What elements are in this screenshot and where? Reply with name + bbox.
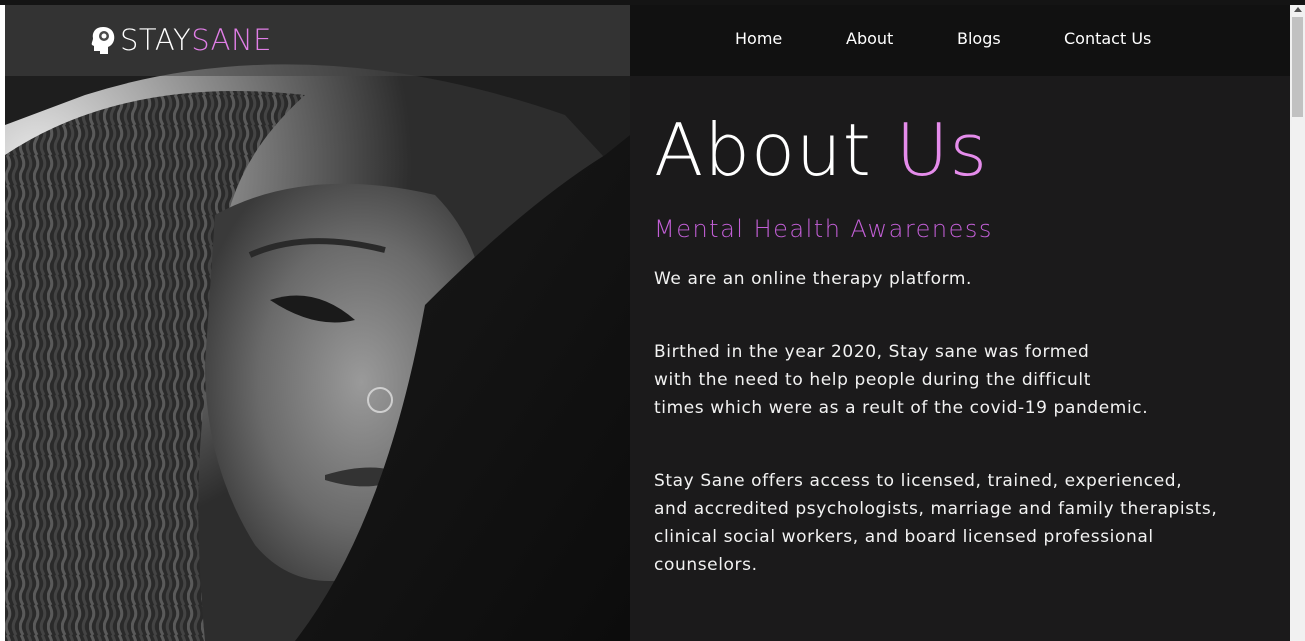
page-viewport: STAYSANE Home About Blogs Contact Us Abo…	[5, 5, 1290, 641]
portrait-photo	[5, 5, 630, 641]
vertical-scrollbar[interactable]	[1290, 5, 1305, 641]
brand-name-part1: STAY	[120, 23, 192, 57]
brand-name-part2: SANE	[191, 23, 272, 57]
services-line: and accredited psychologists, marriage a…	[654, 499, 1218, 519]
brand-logo[interactable]: STAYSANE	[90, 20, 272, 60]
intro-line: We are an online therapy platform.	[654, 269, 973, 289]
history-line: times which were as a reult of the covid…	[654, 398, 1149, 418]
title-part2: Us	[895, 108, 988, 192]
head-brain-icon	[90, 25, 116, 55]
intro-paragraph: We are an online therapy platform.	[654, 265, 1284, 293]
site-header: STAYSANE Home About Blogs Contact Us	[5, 5, 1290, 76]
hero-photo	[5, 5, 630, 641]
services-line: Stay Sane offers access to licensed, tra…	[654, 471, 1183, 491]
nav-item-home[interactable]: Home	[735, 29, 782, 48]
history-line: Birthed in the year 2020, Stay sane was …	[654, 342, 1090, 362]
nav-item-contact-us[interactable]: Contact Us	[1064, 29, 1151, 48]
brand-name: STAYSANE	[120, 23, 272, 57]
history-paragraph: Birthed in the year 2020, Stay sane was …	[654, 338, 1284, 422]
services-paragraph: Stay Sane offers access to licensed, tra…	[654, 467, 1284, 579]
title-part1: About	[654, 108, 872, 192]
scrollbar-thumb[interactable]	[1292, 17, 1303, 117]
about-section: About Us Mental Health Awareness We are …	[654, 105, 1284, 579]
page-title: About Us	[654, 105, 1284, 195]
scroll-up-icon[interactable]	[1294, 7, 1302, 12]
nav-item-blogs[interactable]: Blogs	[957, 29, 1001, 48]
nav-item-about[interactable]: About	[846, 29, 893, 48]
page-subtitle: Mental Health Awareness	[654, 215, 993, 243]
services-line: clinical social workers, and board licen…	[654, 527, 1154, 547]
services-line: counselors.	[654, 555, 758, 575]
history-line: with the need to help people during the …	[654, 370, 1091, 390]
